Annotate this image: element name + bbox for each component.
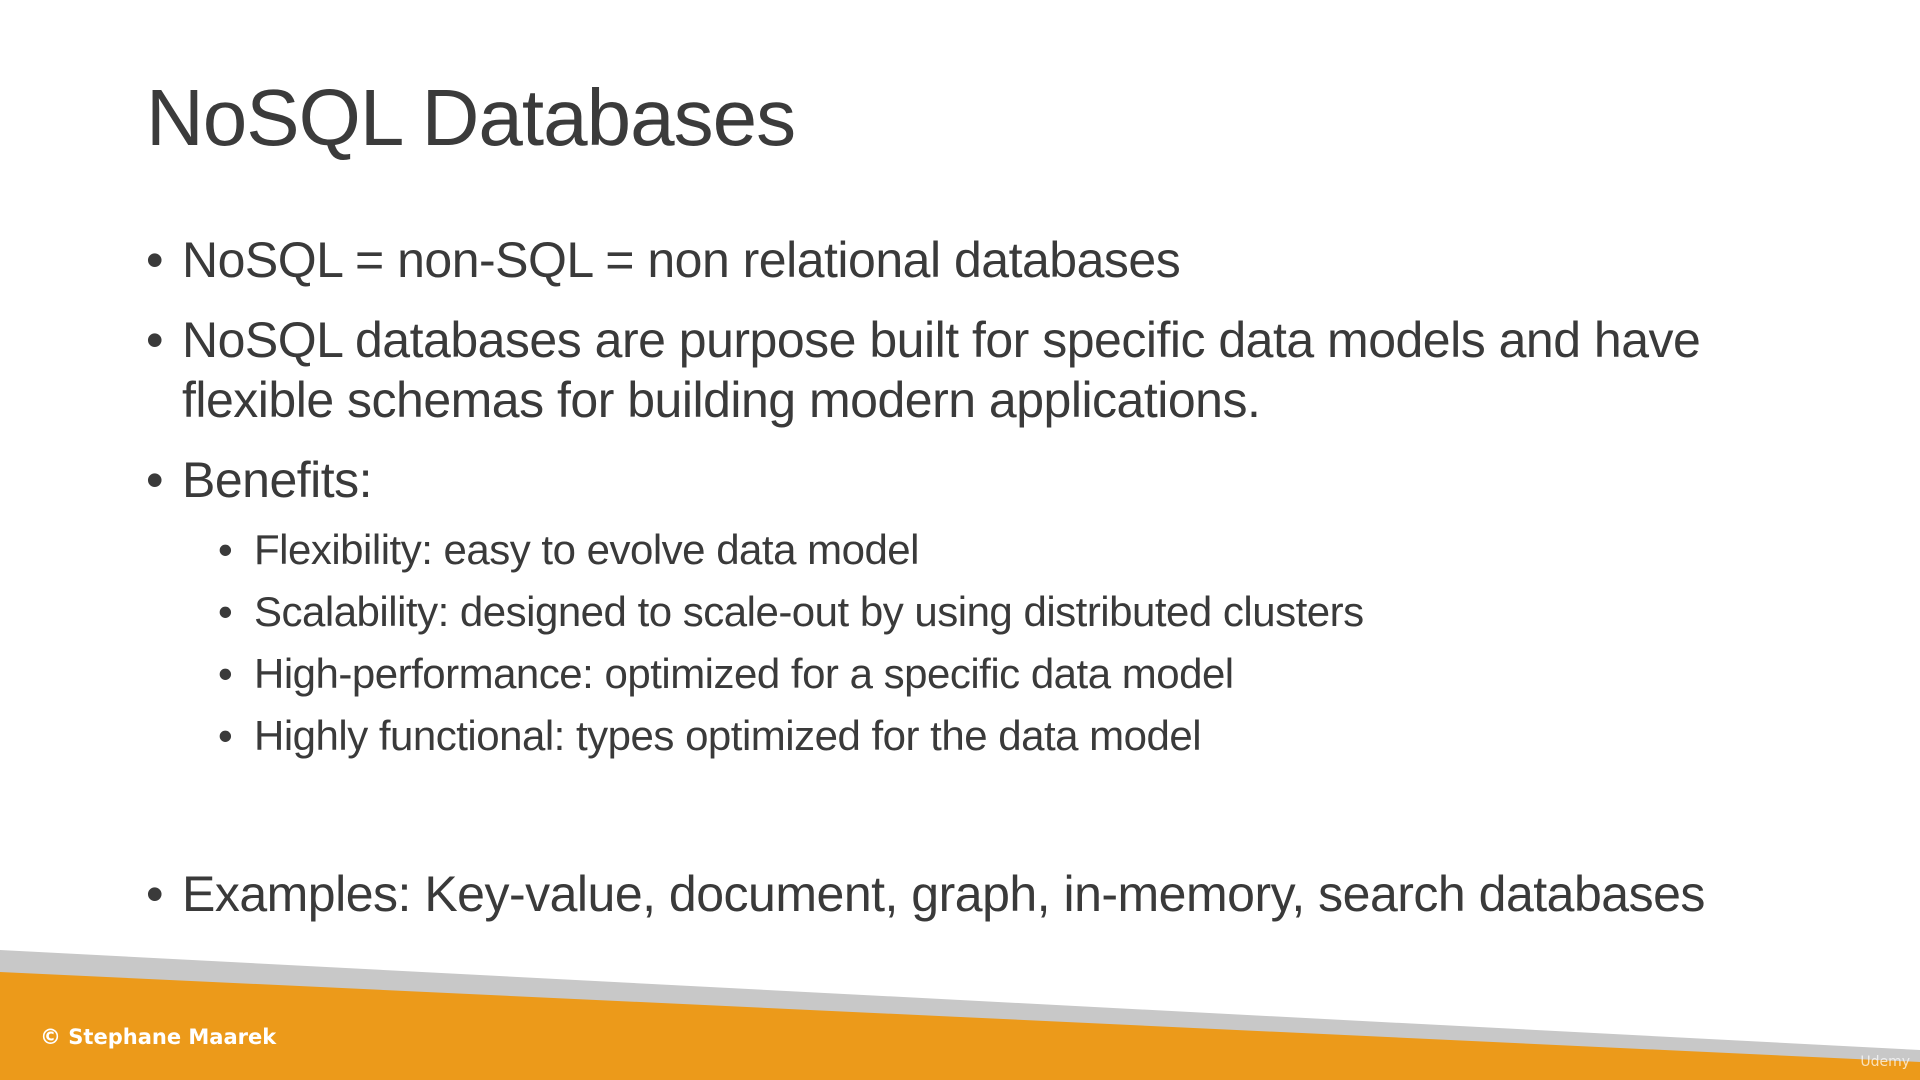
benefit-item: High-performance: optimized for a specif… xyxy=(218,648,1846,700)
bullet-list: NoSQL = non-SQL = non relational databas… xyxy=(146,230,1846,924)
footer-orange-stripe xyxy=(0,972,1920,1080)
footer-stripes xyxy=(0,950,1920,1080)
bullet-item-examples: Examples: Key-value, document, graph, in… xyxy=(146,864,1882,924)
slide: NoSQL Databases NoSQL = non-SQL = non re… xyxy=(0,0,1920,1080)
benefit-item: Flexibility: easy to evolve data model xyxy=(218,524,1846,576)
benefit-item: Scalability: designed to scale-out by us… xyxy=(218,586,1846,638)
bullet-item: NoSQL = non-SQL = non relational databas… xyxy=(146,230,1846,290)
benefits-heading: Benefits: xyxy=(182,452,373,508)
udemy-watermark: Udemy xyxy=(1860,1054,1910,1070)
benefit-item: Highly functional: types optimized for t… xyxy=(218,710,1846,762)
bullet-item-benefits: Benefits: Flexibility: easy to evolve da… xyxy=(146,450,1846,762)
bullet-item: NoSQL databases are purpose built for sp… xyxy=(146,310,1846,430)
slide-title: NoSQL Databases xyxy=(146,73,796,162)
footer-band xyxy=(0,950,1920,1080)
copyright-text: © Stephane Maarek xyxy=(40,1025,277,1049)
benefits-list: Flexibility: easy to evolve data model S… xyxy=(182,524,1846,762)
